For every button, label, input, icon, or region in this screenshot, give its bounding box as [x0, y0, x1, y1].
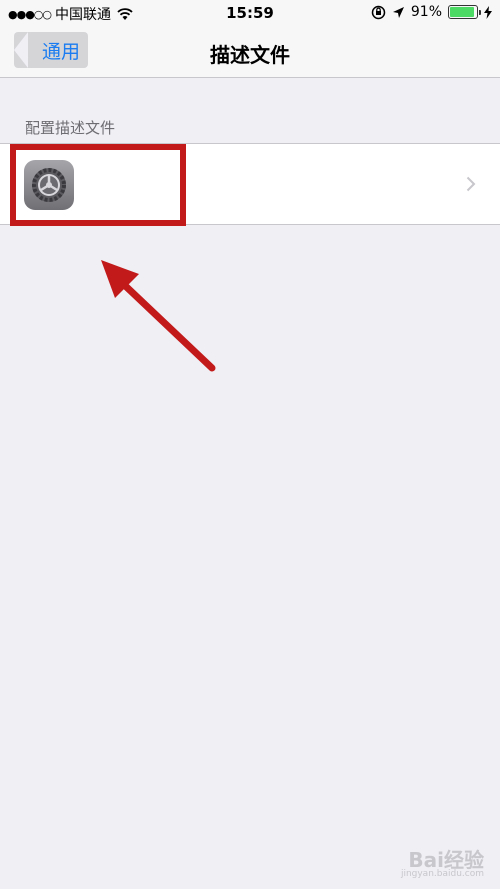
status-bar: ●●●○○ 中国联通 15:59 91% — [0, 0, 500, 26]
battery-fill — [450, 7, 474, 17]
annotation-arrow-icon — [101, 260, 216, 372]
location-arrow-icon — [392, 6, 404, 18]
page-title: 描述文件 — [210, 43, 290, 67]
charging-bolt-icon — [484, 5, 492, 19]
battery-percent: 91% — [410, 4, 442, 20]
status-right: 91% — [371, 4, 492, 20]
watermark-url: jingyan.baidu.com — [400, 869, 484, 879]
section-header: 配置描述文件 — [25, 119, 116, 137]
watermark: Bai经验 jingyan.baidu.com — [401, 850, 484, 879]
battery-tip — [479, 10, 481, 15]
battery-icon — [448, 5, 481, 19]
highlight-box — [10, 144, 186, 226]
rotation-lock-icon — [371, 5, 386, 19]
chevron-right-icon — [466, 176, 476, 192]
navigation-bar: 通用 描述文件 — [0, 26, 500, 78]
